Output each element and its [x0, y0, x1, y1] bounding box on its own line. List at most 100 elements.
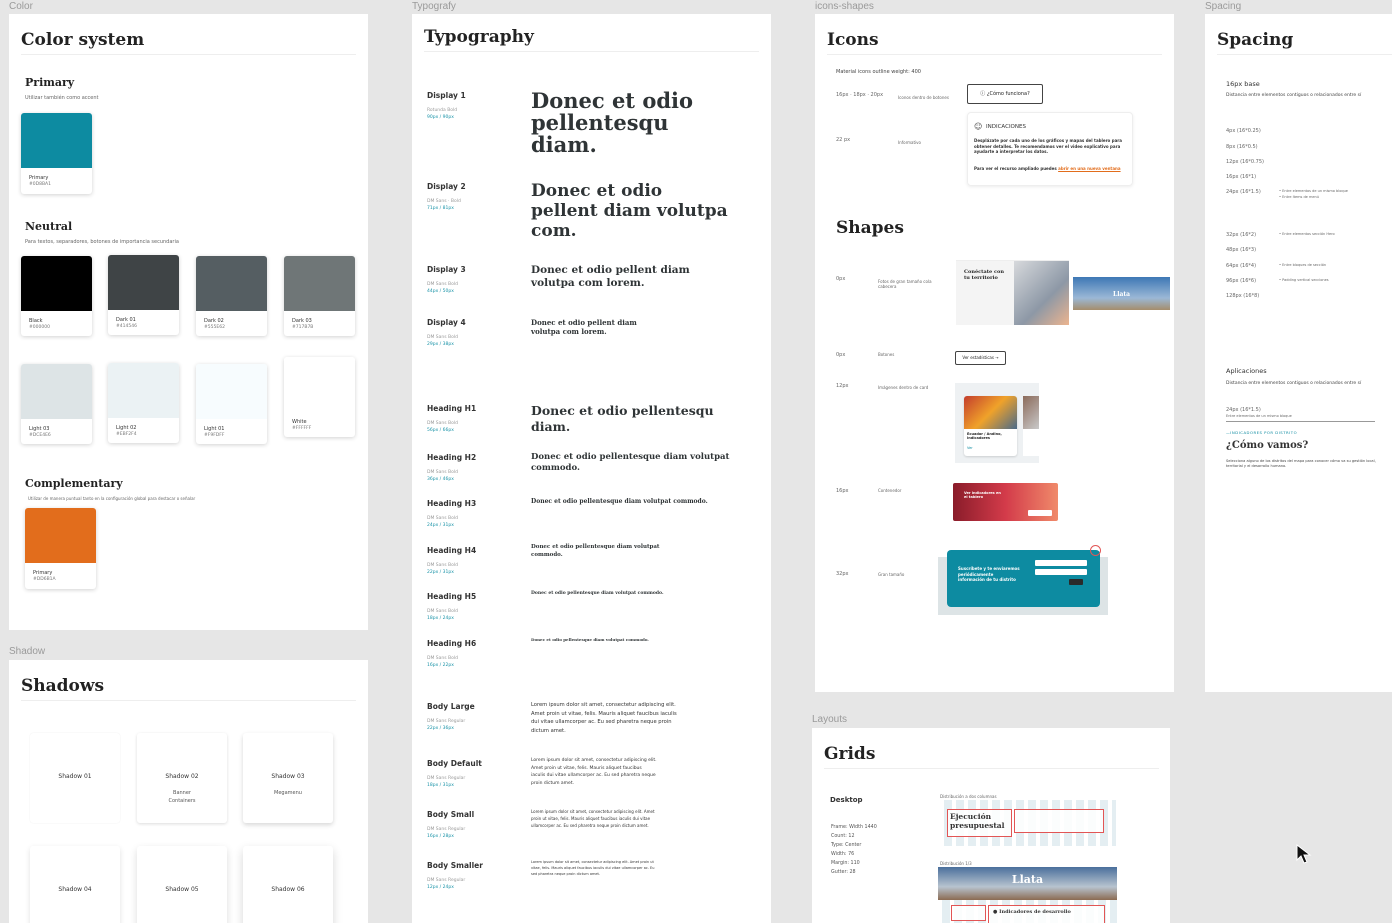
indicadores-overline: —INDICADORES POR DISTRITO	[1226, 430, 1298, 435]
indicaciones-panel: ☺ INDICACIONES Desplázate por cada uno d…	[967, 112, 1133, 186]
subscribe-input-1[interactable]	[1035, 560, 1087, 566]
swatch-name: White	[292, 419, 307, 425]
icons-row-use: Informativo	[898, 140, 921, 145]
overline-text: INDICADORES POR DISTRITO	[1230, 430, 1298, 435]
spacing-size: 128px (16*8)	[1226, 293, 1260, 299]
divider	[824, 768, 1159, 769]
swatch-color	[284, 256, 355, 311]
subscribe-submit-button[interactable]	[1069, 579, 1083, 585]
shape-use: Gran tamaño	[878, 572, 905, 577]
spacing-note: • Entre elementos de un mismo bloque • E…	[1279, 189, 1348, 199]
type-row-size: 24px / 31px	[427, 523, 454, 528]
type-sample-h2: Donec et odio pellentesque diam volutpat…	[531, 452, 730, 473]
type-row-font: DM Sans Bold	[427, 335, 458, 340]
spacing-size: 96px (16*6)	[1226, 278, 1257, 284]
complementary-heading: Complementary	[25, 477, 123, 490]
shape-use: Fotos de gran tamaño cola cabecera	[878, 279, 932, 289]
grid-img-text: Llata	[1011, 873, 1044, 886]
banner-text: Ver indicadores en el tablero	[964, 491, 1001, 499]
type-row-size: 44px / 50px	[427, 289, 454, 294]
hero-image-2: Llata	[1073, 270, 1170, 310]
divider	[1217, 54, 1392, 55]
swatch-name: Light 03	[29, 426, 50, 432]
swatch-light-02: Light 02 #EBF2F4	[108, 363, 179, 443]
grid-img-text: Ejecución presupuestal	[950, 812, 1005, 830]
subscribe-text: Suscríbete y te enviaremos periódicament…	[958, 566, 1020, 582]
card-text: Ecuador / Andino, indicadores	[967, 432, 1002, 440]
icons-row-size: 16px · 18px · 20px	[836, 92, 884, 98]
panel-link[interactable]: abrir en una nueva ventana	[1058, 166, 1120, 171]
type-row-size: 18px / 24px	[427, 616, 454, 621]
frame-label-color[interactable]: Color	[9, 1, 33, 12]
type-row-name: Body Large	[427, 702, 475, 711]
shadow-card-01: Shadow 01	[30, 733, 120, 823]
shadow-card-04: Shadow 04	[30, 846, 120, 923]
grid-preview-1: Ejecución presupuestal	[940, 800, 1116, 846]
shape-radius: 0px	[836, 276, 846, 282]
neutral-desc: Para textos, separadores, botones de imp…	[25, 239, 179, 245]
panel-title: INDICACIONES	[986, 124, 1026, 130]
frame-label-spacing[interactable]: Spacing	[1205, 1, 1241, 12]
spacing-note: • Entre bloques de sección	[1279, 263, 1327, 267]
swatch-value: #0D8BA1	[29, 182, 51, 187]
shadow-card-title: Shadow 02	[165, 773, 199, 780]
swatch-color	[108, 255, 179, 310]
card-photo	[1023, 396, 1039, 429]
grid-specs: Frame: Width 1440 Count: 12 Type: Center…	[831, 823, 877, 877]
type-sample-h5: Donec et odio pellentesque diam volutpat…	[531, 591, 664, 596]
spacing-size: 64px (16*4)	[1226, 263, 1257, 269]
card-link[interactable]: Ver	[967, 446, 973, 450]
shadow-card-sub: Banner Containers	[168, 790, 196, 804]
color-frame: Color system Primary Utilizar también co…	[9, 14, 368, 630]
swatch-value: #717B7B	[292, 325, 314, 330]
shadow-card-sub: Megamenu	[274, 790, 302, 796]
frame-label-icons[interactable]: icons-shapes	[815, 1, 874, 12]
icons-row-use: Iconos dentro de botones	[898, 95, 949, 100]
type-row-name: Display 4	[427, 318, 466, 327]
nav-bar	[956, 252, 1069, 261]
divider	[424, 51, 759, 52]
frame-label-layouts[interactable]: Layouts	[812, 714, 847, 725]
type-row-size: 18px / 31px	[427, 783, 454, 788]
shadow-card-03: Shadow 03 Megamenu	[243, 733, 333, 823]
subscribe-input-2[interactable]	[1035, 569, 1087, 575]
applications-size: 24px (16*1.5)	[1226, 407, 1261, 413]
spacing-note: • Padding vertical secciones	[1279, 278, 1329, 282]
spacing-size: 4px (16*0.25)	[1226, 128, 1261, 134]
shape-radius: 16px	[836, 488, 849, 494]
swatch-color	[25, 508, 96, 563]
type-row-name: Body Smaller	[427, 861, 483, 870]
desktop-label: Desktop	[830, 796, 863, 804]
swatch-color	[21, 364, 92, 419]
type-sample-h4: Donec et odio pellentesque diam volutpat…	[531, 544, 660, 558]
applications-heading: Aplicaciones	[1226, 367, 1267, 375]
type-sample-h1: Donec et odio pellentesqu diam.	[531, 403, 714, 434]
grid-spec: Width: 76	[831, 852, 855, 857]
swatch-value: #F9FDFF	[204, 433, 225, 438]
grid-spec: Frame: Width 1440	[831, 825, 877, 830]
type-row-font: DM Sans Regular	[427, 776, 466, 781]
grid-redbox	[1014, 809, 1104, 833]
como-funciona-button[interactable]: ⓘ ¿Cómo funciona?	[967, 84, 1043, 104]
typography-title: Typography	[424, 27, 534, 47]
shape-use: Imágenes dentro de card	[878, 385, 929, 390]
swatch-color	[284, 357, 355, 412]
type-row-font: DM Sans · Bold	[427, 199, 461, 204]
panel-text: Desplázate por cada uno de los gráficos …	[974, 138, 1122, 154]
frame-label-shadow[interactable]: Shadow	[9, 646, 45, 657]
type-row-font: DM Sans Bold	[427, 282, 458, 287]
divider	[1226, 421, 1375, 422]
spacing-size: 8px (16*0.5)	[1226, 144, 1258, 150]
type-row-font: Rotunda Bold	[427, 108, 458, 113]
type-row-font: DM Sans Bold	[427, 656, 458, 661]
swatch-color	[196, 256, 267, 311]
type-row-font: DM Sans Bold	[427, 516, 458, 521]
spacing-frame: Spacing 16px base Distancia entre elemen…	[1205, 14, 1392, 692]
ver-estadisticas-button[interactable]: Ver estadísticas →	[955, 351, 1006, 365]
grid-spec: Margin: 110	[831, 861, 860, 866]
shadow-card-title: Shadow 06	[271, 886, 305, 893]
hero-text-2: Llata	[1112, 291, 1131, 298]
spacing-size: 12px (16*0.75)	[1226, 159, 1264, 165]
frame-label-typography[interactable]: Typografy	[412, 1, 456, 12]
banner-button[interactable]	[1028, 510, 1052, 516]
